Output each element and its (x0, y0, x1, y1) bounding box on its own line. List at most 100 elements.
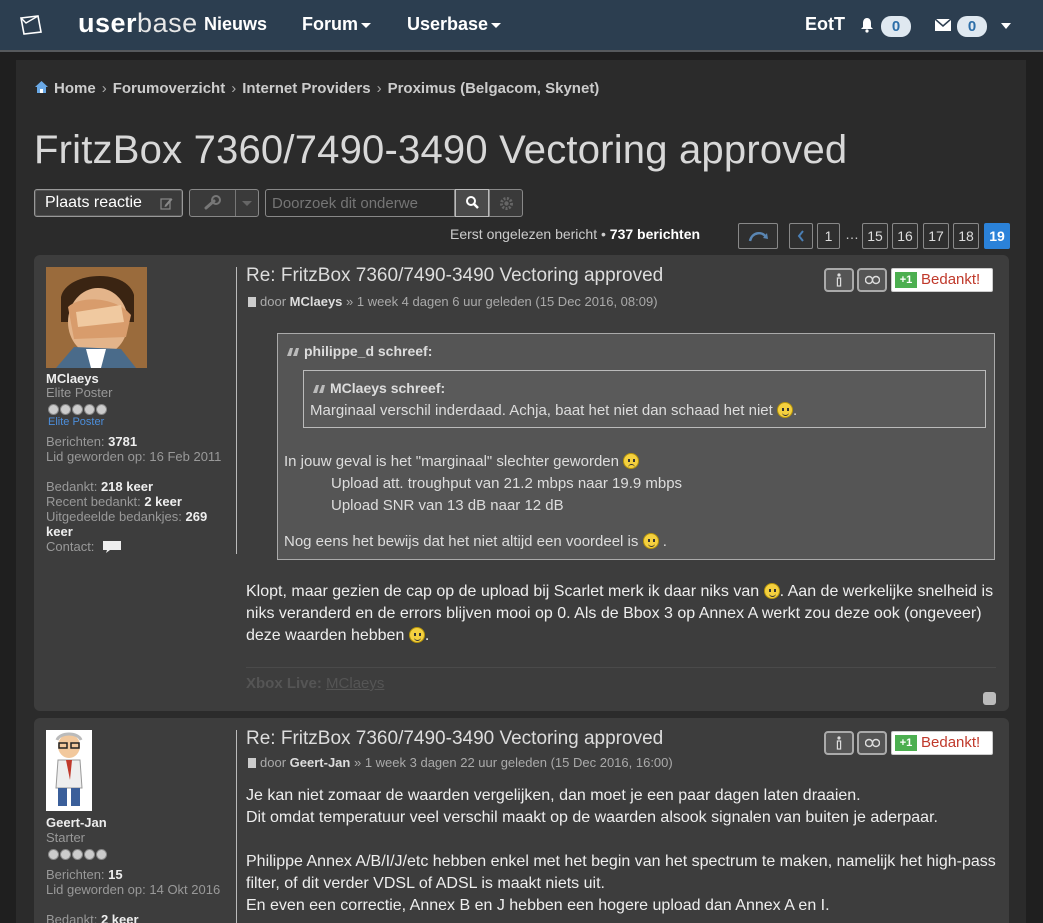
search-button[interactable] (455, 189, 489, 217)
quote-text: In jouw geval is het "marginaal" slechte… (284, 453, 640, 470)
search-icon (466, 196, 479, 209)
chevron-down-icon (361, 22, 371, 28)
userbase-logo-icon[interactable] (18, 14, 44, 36)
nested-blockquote: MClaeys schreef: Marginaal verschil inde… (303, 370, 986, 428)
page-link-18[interactable]: 18 (953, 223, 979, 249)
post-count: 737 berichten (609, 226, 701, 242)
first-unread-link[interactable]: Eerst ongelezen bericht (450, 226, 597, 242)
info-berichten: Berichten: 15 (46, 867, 123, 882)
avatar[interactable] (46, 730, 92, 811)
breadcrumb-home[interactable]: Home (54, 80, 96, 97)
user-dropdown-icon[interactable] (1001, 23, 1011, 29)
nav-nieuws[interactable]: Nieuws (204, 14, 267, 35)
thanks-button[interactable]: +1 Bedankt! (891, 268, 993, 292)
info-lid-geworden: Lid geworden op: 14 Okt 2016 (46, 882, 221, 897)
wrench-icon (204, 195, 221, 210)
notifications-badge[interactable]: 0 (881, 16, 911, 37)
page-link-1[interactable]: 1 (817, 223, 840, 249)
breadcrumb: Home › Forumoverzicht › Internet Providers › P… (34, 80, 599, 97)
quote-icon (313, 385, 325, 393)
smiley-icon (408, 627, 425, 643)
report-icon[interactable] (983, 692, 996, 705)
edit-icon (160, 198, 173, 210)
post-meta: door MClaeys » 1 week 4 dagen 6 uur gele… (248, 294, 658, 309)
quote-text: Upload SNR van 13 dB naar 12 dB (331, 497, 564, 514)
user-menu-name[interactable]: EotT (805, 14, 845, 35)
breadcrumb-forumoverzicht[interactable]: Forumoverzicht (113, 80, 226, 97)
quote-text: Marginaal verschil inderdaad. Achja, baa… (310, 402, 798, 419)
topic-tools-button[interactable] (189, 189, 259, 217)
signature: Xbox Live: MClaeys (246, 675, 385, 692)
home-icon (35, 81, 48, 93)
post-meta: door Geert-Jan » 1 week 3 dagen 22 uur g… (248, 755, 673, 770)
chevron-left-icon (797, 230, 804, 242)
page-ellipsis: … (845, 226, 859, 242)
document-icon (248, 758, 256, 768)
quote-icon (287, 348, 299, 356)
nav-forum[interactable]: Forum (302, 14, 371, 35)
info-contact: Contact: (46, 539, 226, 554)
breadcrumb-internet-providers[interactable]: Internet Providers (242, 80, 370, 97)
nav-userbase[interactable]: Userbase (407, 14, 502, 35)
quote-icon (865, 738, 880, 748)
post-reply-button[interactable]: Plaats reactie (34, 189, 183, 217)
info-uitgedeeld: Uitgedeelde bedankjes: 269 keer (46, 509, 208, 539)
jump-to-page-button[interactable] (738, 223, 778, 249)
info-bedankt: Bedankt: 2 keer (46, 912, 139, 923)
page-title: FritzBox 7360/7490-3490 Vectoring approv… (34, 128, 848, 172)
signature-link[interactable]: MClaeys (326, 675, 384, 692)
post-body: Je kan niet zomaar de waarden vergelijke… (246, 787, 996, 914)
smiley-icon (642, 533, 659, 549)
quote-button[interactable] (857, 731, 887, 755)
info-icon (836, 273, 842, 287)
advanced-search-button[interactable] (489, 189, 523, 217)
post-author-link[interactable]: Geert-Jan (290, 755, 351, 770)
quote-text: Nog eens het bewijs dat het niet altijd … (284, 533, 667, 550)
avatar[interactable] (46, 267, 147, 368)
page-link-17[interactable]: 17 (923, 223, 949, 249)
quote-button[interactable] (857, 268, 887, 292)
post-title[interactable]: Re: FritzBox 7360/7490-3490 Vectoring ap… (246, 728, 663, 750)
document-icon (248, 297, 256, 307)
top-navbar: userbase Nieuws Forum Userbase EotT 0 0 (0, 0, 1043, 52)
messages-badge[interactable]: 0 (957, 16, 987, 37)
post-title[interactable]: Re: FritzBox 7360/7490-3490 Vectoring ap… (246, 265, 663, 287)
chevron-down-icon (242, 201, 252, 206)
smiley-icon (763, 583, 780, 599)
blockquote: philippe_d schreef: MClaeys schreef: Mar… (277, 333, 995, 560)
post: MClaeys Elite Poster Elite Poster Berich… (34, 255, 1009, 711)
rank-label: Elite Poster (48, 416, 105, 428)
site-logo[interactable]: userbase (78, 8, 198, 39)
author-rank: Starter (46, 830, 86, 845)
info-lid-geworden: Lid geworden op: 16 Feb 2011 (46, 449, 222, 464)
page-link-15[interactable]: 15 (862, 223, 888, 249)
page-link-16[interactable]: 16 (892, 223, 918, 249)
quote-text: Upload att. troughput van 21.2 mbps naar… (331, 475, 683, 492)
post: Geert-Jan Starter Berichten: 15 Lid gewo… (34, 718, 1009, 923)
topic-search-input[interactable] (265, 189, 455, 217)
author-name[interactable]: Geert-Jan (46, 815, 107, 830)
rank-dots (48, 402, 108, 415)
post-body: Klopt, maar gezien de cap op de upload b… (246, 583, 994, 644)
pagination-info: Eerst ongelezen bericht • 737 berichten (450, 226, 701, 242)
bell-icon[interactable] (859, 17, 875, 33)
post-author-link[interactable]: MClaeys (290, 294, 343, 309)
refresh-arrow-icon (748, 232, 768, 242)
info-button[interactable] (824, 268, 854, 292)
chevron-down-icon (491, 22, 502, 28)
quote-icon (865, 275, 880, 285)
page-link-19-active[interactable]: 19 (984, 223, 1010, 249)
info-berichten: Berichten: 3781 (46, 434, 138, 449)
thanks-button[interactable]: +1 Bedankt! (891, 731, 993, 755)
prev-page-button[interactable] (789, 223, 813, 249)
author-name[interactable]: MClaeys (46, 371, 99, 386)
smiley-icon (776, 402, 793, 418)
quote-author: philippe_d schreef: (286, 343, 432, 359)
info-bedankt: Bedankt: 218 keer (46, 479, 154, 494)
info-recent-bedankt: Recent bedankt: 2 keer (46, 494, 182, 509)
breadcrumb-proximus[interactable]: Proximus (Belgacom, Skynet) (388, 80, 600, 97)
info-button[interactable] (824, 731, 854, 755)
chat-bubble-icon[interactable] (102, 540, 122, 554)
rank-dots (48, 847, 108, 860)
mail-icon[interactable] (934, 17, 952, 33)
